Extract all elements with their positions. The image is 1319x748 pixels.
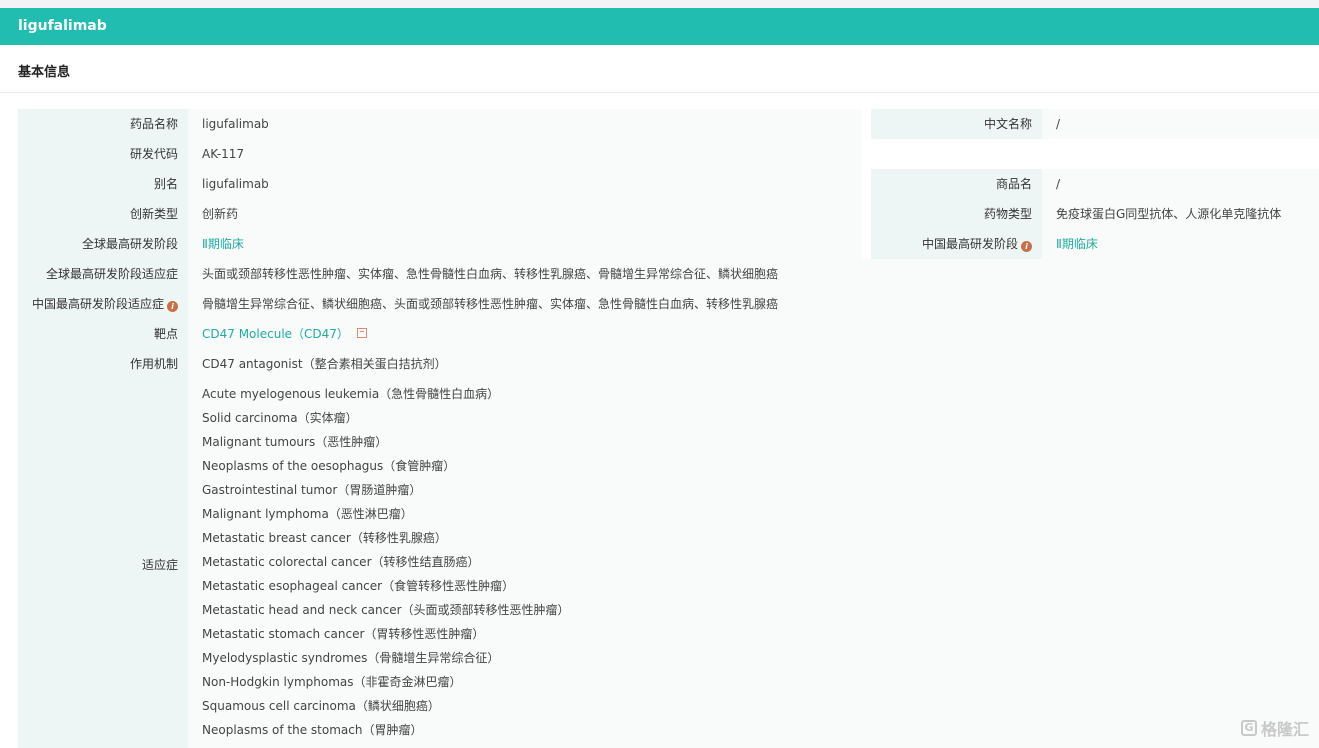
row-china-indication: 中国最高研发阶段适应症 i 骨髓增生异常综合征、鳞状细胞癌、头面或颈部转移性恶性肿… [18, 289, 1319, 319]
label-drug-type: 药物类型 [871, 199, 1042, 229]
label-indications: 适应症 [18, 379, 188, 748]
label-trade-name: 商品名 [871, 169, 1042, 199]
indication-item: Acute myelogenous leukemia（急性骨髓性白血病） [202, 387, 500, 401]
value-global-indication: 头面或颈部转移性恶性肿瘤、实体瘤、急性骨髓性白血病、转移性乳腺癌、骨髓增生异常综… [188, 259, 1319, 289]
watermark: G 格隆汇 [1240, 716, 1309, 740]
basic-info-panel: 基本信息 药品名称 ligufalimab 中文名称 / 研发代码 AK-117… [0, 45, 1319, 748]
section-title: 基本信息 [0, 45, 1319, 93]
label-global-indication: 全球最高研发阶段适应症 [18, 259, 188, 289]
value-drug-name: ligufalimab [188, 109, 861, 139]
row-drug-name: 药品名称 ligufalimab 中文名称 / [18, 109, 1319, 139]
row-indications: 适应症 Acute myelogenous leukemia（急性骨髓性白血病）… [18, 379, 1319, 748]
value-innovation-type: 创新药 [188, 199, 861, 229]
indication-item: Non-Hodgkin lymphomas（非霍奇金淋巴瘤） [202, 675, 462, 689]
indication-item: Metastatic esophageal cancer（食管转移性恶性肿瘤） [202, 579, 515, 593]
global-stage-link[interactable]: Ⅱ期临床 [202, 237, 244, 251]
value-china-indication: 骨髓增生异常综合征、鳞状细胞癌、头面或颈部转移性恶性肿瘤、实体瘤、急性骨髓性白血… [188, 289, 1319, 319]
label-dev-code: 研发代码 [18, 139, 188, 169]
watermark-logo-icon: G [1240, 720, 1257, 736]
label-alias: 别名 [18, 169, 188, 199]
indication-item: Squamous cell carcinoma（鳞状细胞癌） [202, 699, 440, 713]
row-target: 靶点 CD47 Molecule（CD47） [18, 319, 1319, 349]
label-china-indication-text: 中国最高研发阶段适应症 [31, 297, 164, 311]
value-drug-type: 免疫球蛋白G同型抗体、人源化单克隆抗体 [1042, 199, 1319, 229]
label-chinese-name: 中文名称 [871, 109, 1042, 139]
drug-title-bar: ligufalimab [0, 8, 1319, 45]
row-dev-stage: 全球最高研发阶段 Ⅱ期临床 中国最高研发阶段 i Ⅱ期临床 [18, 229, 1319, 259]
target-link[interactable]: CD47 Molecule（CD47） [202, 327, 349, 341]
drug-title: ligufalimab [18, 18, 107, 34]
indication-item: Myelodysplastic syndromes（骨髓增生异常综合征） [202, 651, 500, 665]
label-mechanism: 作用机制 [18, 349, 188, 379]
value-chinese-name: / [1042, 109, 1319, 139]
indication-item: Metastatic breast cancer（转移性乳腺癌） [202, 531, 447, 545]
label-china-indication: 中国最高研发阶段适应症 i [18, 289, 188, 319]
indication-item: Solid carcinoma（实体瘤） [202, 411, 358, 425]
info-icon[interactable]: i [1021, 241, 1032, 252]
label-target: 靶点 [18, 319, 188, 349]
label-china-stage: 中国最高研发阶段 i [871, 229, 1042, 259]
label-drug-name: 药品名称 [18, 109, 188, 139]
indication-item: Neoplasms of the oesophagus（食管肿瘤） [202, 459, 456, 473]
external-link-icon[interactable] [356, 328, 367, 338]
value-china-stage: Ⅱ期临床 [1042, 229, 1319, 259]
row-global-indication: 全球最高研发阶段适应症 头面或颈部转移性恶性肿瘤、实体瘤、急性骨髓性白血病、转移… [18, 259, 1319, 289]
row-mechanism: 作用机制 CD47 antagonist（整合素相关蛋白拮抗剂） [18, 349, 1319, 379]
info-icon[interactable]: i [167, 301, 178, 312]
label-global-stage: 全球最高研发阶段 [18, 229, 188, 259]
indication-item: Neoplasms of the stomach（胃肿瘤） [202, 723, 423, 737]
china-stage-link[interactable]: Ⅱ期临床 [1056, 237, 1098, 251]
indication-item: Metastatic colorectal cancer（转移性结直肠癌） [202, 555, 480, 569]
value-alias: ligufalimab [188, 169, 861, 199]
indication-item: Malignant lymphoma（恶性淋巴瘤） [202, 507, 413, 521]
row-innovation-type: 创新类型 创新药 药物类型 免疫球蛋白G同型抗体、人源化单克隆抗体 [18, 199, 1319, 229]
indication-item: Metastatic head and neck cancer（头面或颈部转移性… [202, 603, 570, 617]
row-alias: 别名 ligufalimab 商品名 / [18, 169, 1319, 199]
value-trade-name: / [1042, 169, 1319, 199]
indication-item: Malignant tumours（恶性肿瘤） [202, 435, 388, 449]
top-strip [0, 0, 1319, 8]
value-target: CD47 Molecule（CD47） [188, 319, 1319, 349]
watermark-text: 格隆汇 [1260, 720, 1309, 739]
row-dev-code: 研发代码 AK-117 [18, 139, 861, 169]
indication-item: Gastrointestinal tumor（胃肠道肿瘤） [202, 483, 422, 497]
value-dev-code: AK-117 [188, 139, 861, 169]
value-global-stage: Ⅱ期临床 [188, 229, 861, 259]
indication-list: Acute myelogenous leukemia（急性骨髓性白血病） Sol… [188, 379, 1319, 748]
label-innovation-type: 创新类型 [18, 199, 188, 229]
indication-item: Metastatic stomach cancer（胃转移性恶性肿瘤） [202, 627, 485, 641]
label-china-stage-text: 中国最高研发阶段 [921, 237, 1018, 251]
value-mechanism: CD47 antagonist（整合素相关蛋白拮抗剂） [188, 349, 1319, 379]
